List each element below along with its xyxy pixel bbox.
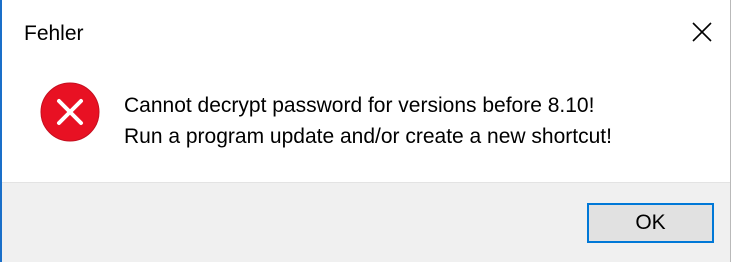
window-title: Fehler [24,22,84,45]
close-button[interactable] [682,12,722,52]
error-icon [40,82,100,142]
title-bar: Fehler [2,0,730,66]
message-line: Run a program update and/or create a new… [124,125,612,148]
ok-button[interactable]: OK [587,203,714,243]
dialog-content: Cannot decrypt password for versions bef… [2,66,730,182]
close-icon [692,22,712,42]
button-bar: OK [2,182,730,262]
message-line: Cannot decrypt password for versions bef… [124,94,595,117]
error-dialog: Fehler Cannot decrypt password for versi… [0,0,731,262]
error-message: Cannot decrypt password for versions bef… [124,90,612,152]
